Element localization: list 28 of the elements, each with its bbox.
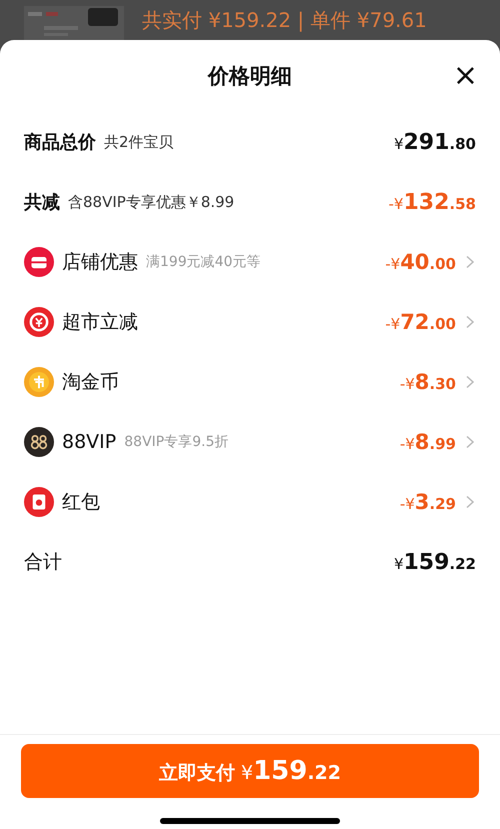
amount: -¥8.30 <box>400 370 456 394</box>
chevron-icon[interactable] <box>464 495 476 509</box>
row-label: 淘金币 <box>62 370 119 395</box>
row-note: 满199元减40元等 <box>146 253 261 271</box>
amount: -¥8.99 <box>400 430 456 454</box>
amount: -¥3.29 <box>400 490 456 514</box>
chevron-icon[interactable] <box>464 315 476 329</box>
chevron-icon[interactable] <box>464 375 476 389</box>
row-label: 店铺优惠 <box>62 250 138 275</box>
row-note: 88VIP专享9.5折 <box>124 433 228 451</box>
amount: -¥40.00 <box>385 250 456 274</box>
amount: ¥291.80 <box>394 130 476 154</box>
amount: -¥132.58 <box>388 190 476 214</box>
row-note: 共2件宝贝 <box>104 132 174 152</box>
row-label: 合计 <box>24 550 62 575</box>
row-note: 含88VIP专享优惠￥8.99 <box>68 192 234 212</box>
row-label: 共减 <box>24 191 60 214</box>
close-button[interactable]: × <box>450 62 480 90</box>
chevron-icon[interactable] <box>464 435 476 449</box>
amount: ¥159.22 <box>394 550 476 574</box>
sheet-title: 价格明细 <box>208 63 292 90</box>
row-label: 商品总价 <box>24 131 96 154</box>
order-summary: 共实付 ¥159.22 | 单件 ¥79.61 <box>142 6 427 34</box>
row-label: 超市立减 <box>62 310 138 335</box>
chevron-icon[interactable] <box>464 255 476 269</box>
row-label: 红包 <box>62 490 100 515</box>
row-label: 88VIP <box>62 431 116 453</box>
amount: -¥72.00 <box>385 310 456 334</box>
